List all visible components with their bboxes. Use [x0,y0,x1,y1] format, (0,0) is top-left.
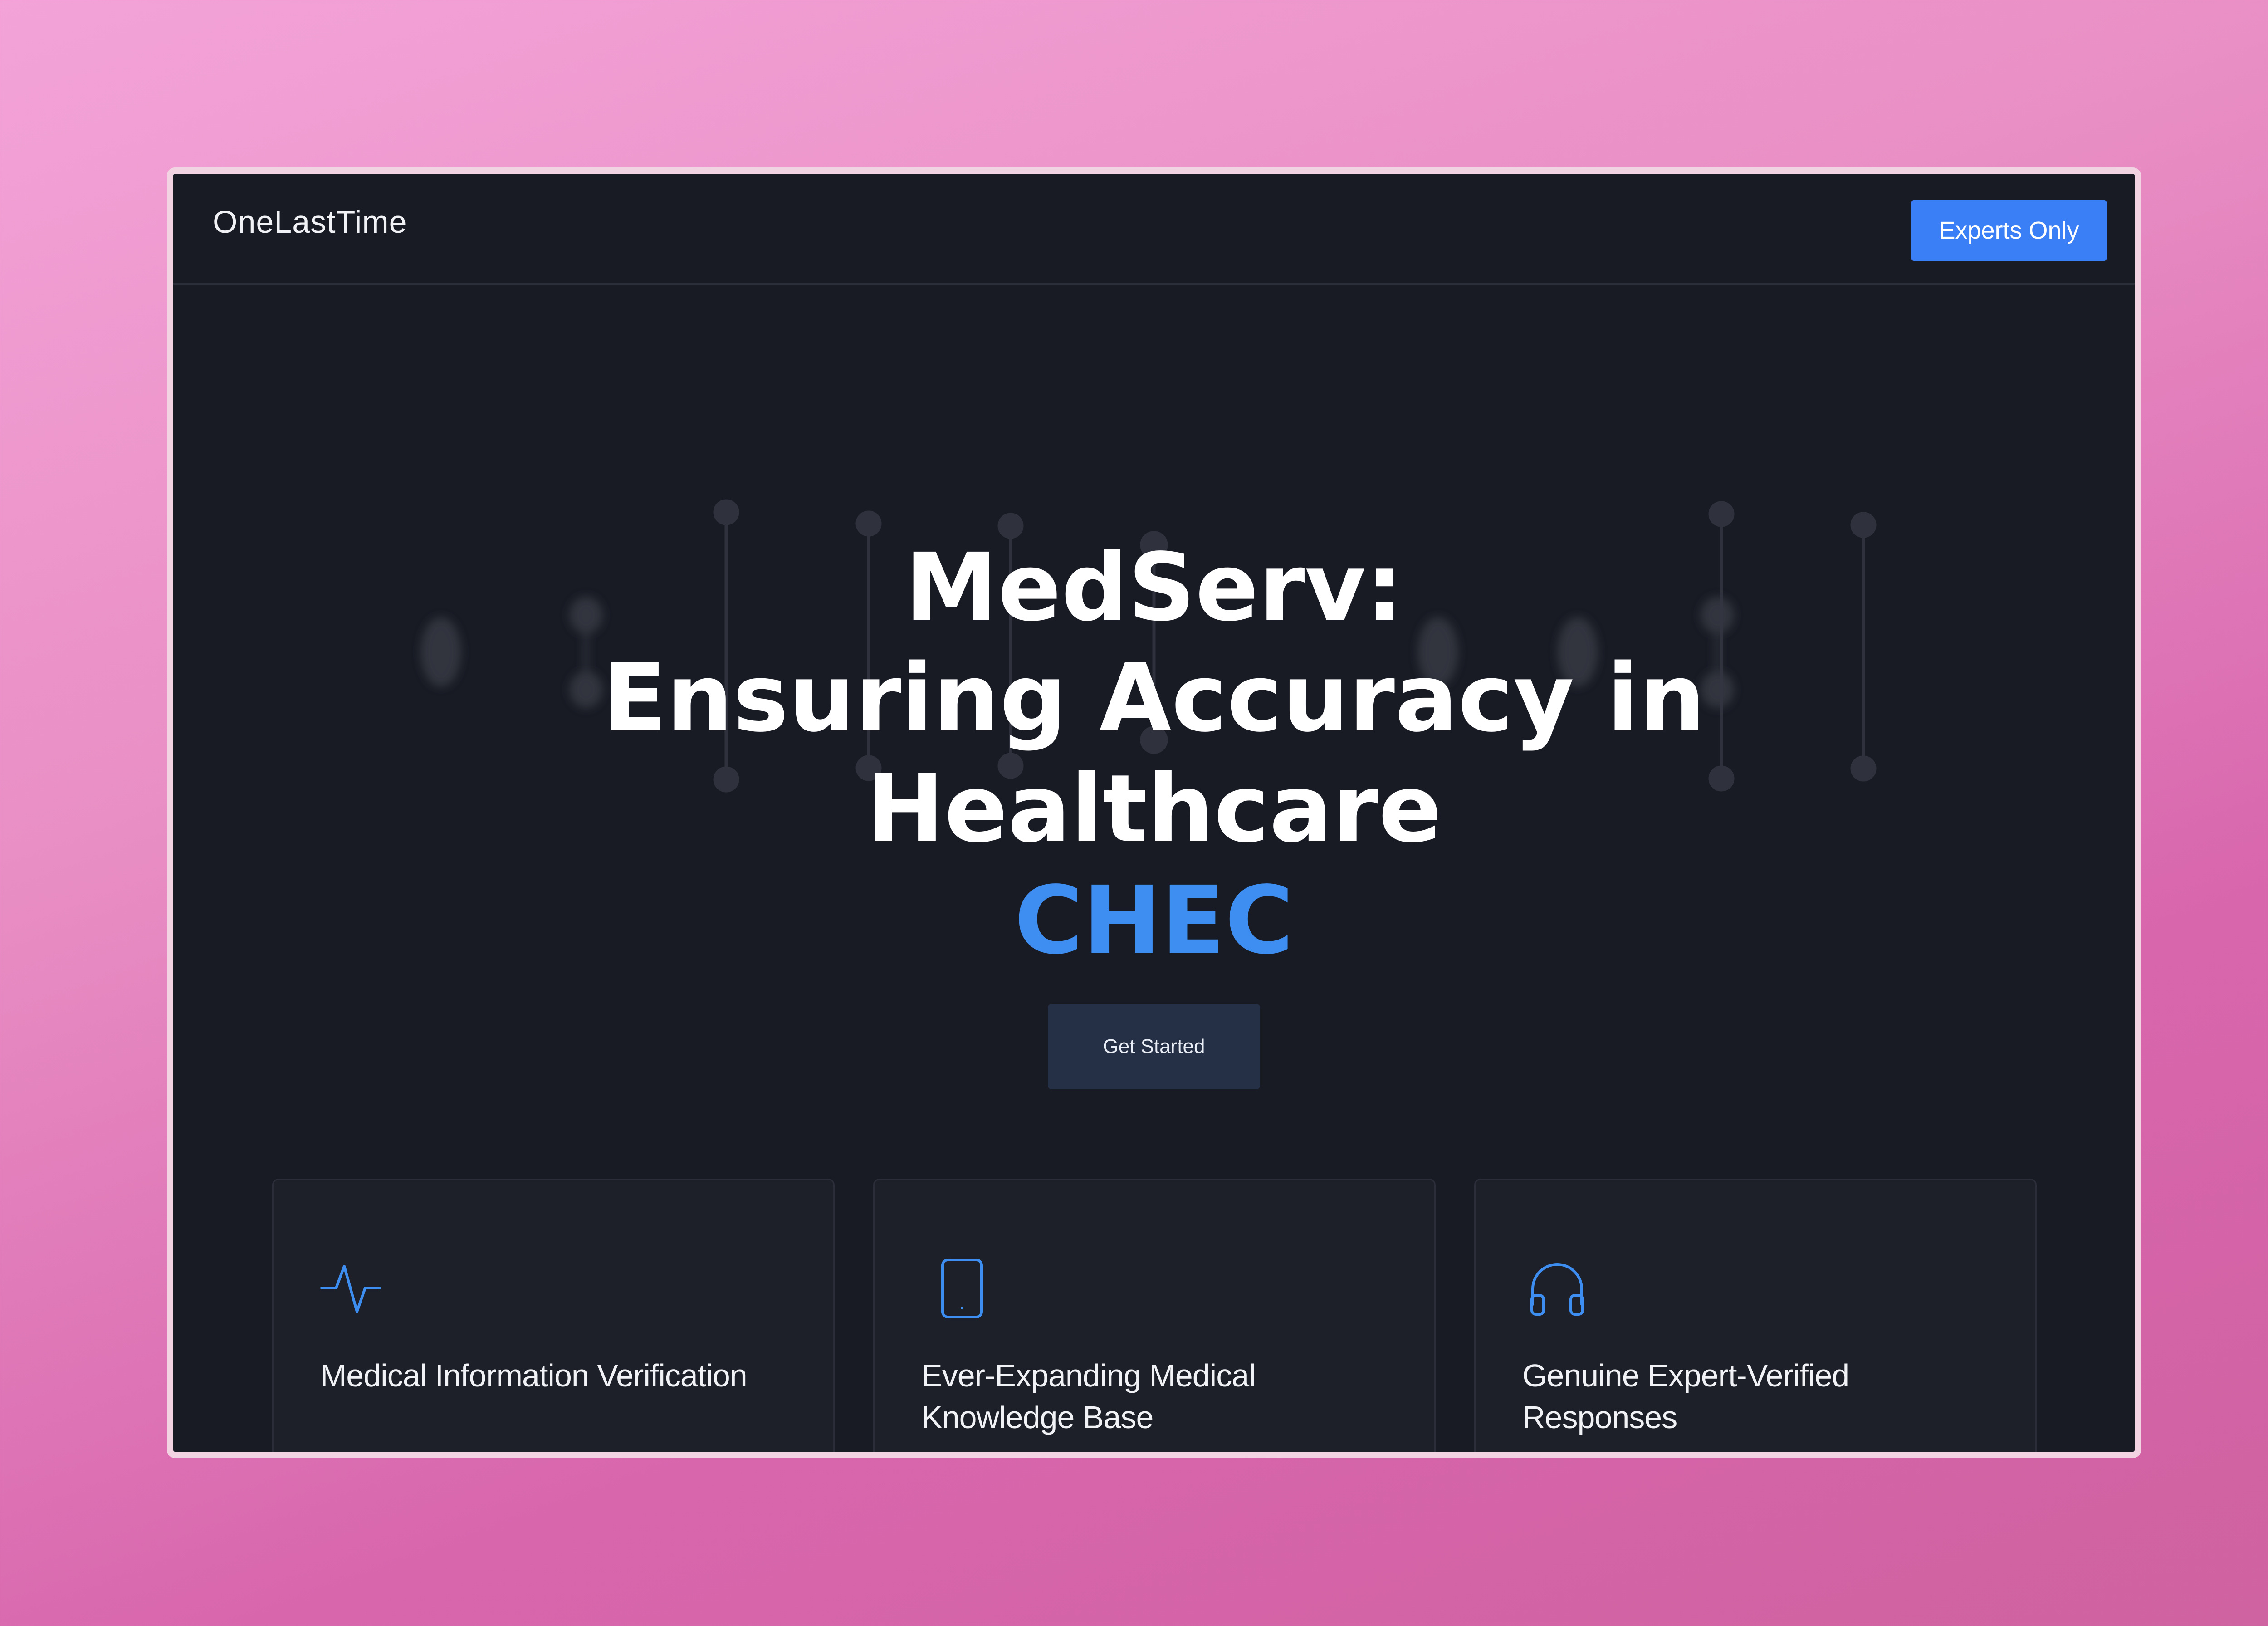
tablet-icon [941,1259,983,1318]
hero-title-line-2: Ensuring Accuracy in [602,644,1706,753]
browser-window: OneLastTime Experts Only MedServ: Ensuri… [167,167,2141,1458]
feature-title: Ever-Expanding Medical Knowledge Base [921,1358,1256,1435]
feature-card-knowledge-base[interactable]: Ever-Expanding Medical Knowledge Base [873,1179,1436,1452]
hero-title-line-1: MedServ: [904,533,1403,642]
typed-highlight-word: CHEC [1014,866,1294,975]
feature-card-verification[interactable]: Medical Information Verification [272,1179,835,1452]
logo[interactable]: OneLastTime [213,204,407,240]
feature-title: Medical Information Verification [320,1358,748,1393]
get-started-button[interactable]: Get Started [1048,1004,1260,1089]
pulse-icon [320,1265,381,1313]
hero-title-line-3: Healthcare [866,754,1442,863]
feature-title: Genuine Expert-Verified Responses [1522,1358,1849,1435]
top-nav: OneLastTime Experts Only [173,174,2135,285]
headphones-icon [1530,1263,1584,1316]
feature-card-expert-responses[interactable]: Genuine Expert-Verified Responses [1474,1179,2037,1452]
experts-only-button[interactable]: Experts Only [1911,200,2107,261]
